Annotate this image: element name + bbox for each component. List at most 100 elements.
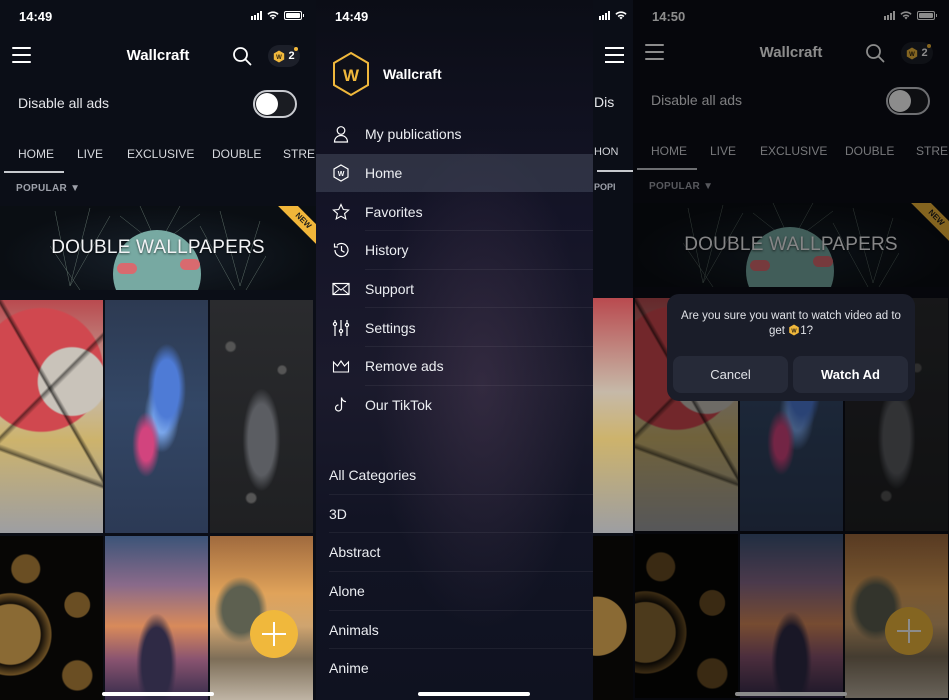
menu-item-history[interactable]: History	[316, 231, 593, 270]
menu-item-label: Home	[365, 165, 403, 182]
tab-live[interactable]: LIVE	[77, 147, 103, 161]
disable-ads-label: Disable all ads	[18, 95, 110, 111]
wallpaper-tile-abstract-3d[interactable]	[0, 300, 103, 533]
category-label: 3D	[329, 505, 347, 522]
app-header: Wallcraft 2	[0, 38, 316, 74]
category-label: Abstract	[329, 544, 381, 561]
category-3d[interactable]: 3D	[316, 495, 593, 534]
envelope-icon	[332, 282, 350, 296]
add-wallpaper-button[interactable]	[250, 610, 298, 658]
wifi-icon	[267, 11, 279, 20]
underlying-screen-peek[interactable]: Dis HON POPI	[593, 0, 633, 700]
menu-item-remove-ads[interactable]: Remove ads	[316, 347, 593, 386]
active-tab-indicator	[4, 171, 64, 173]
category-list: All Categories 3D Abstract Alone Animals…	[316, 456, 593, 688]
star-icon	[332, 202, 350, 220]
wallpaper-tile-betta-fish[interactable]	[105, 300, 208, 533]
tab-streams[interactable]: STRE	[283, 147, 315, 161]
category-abstract[interactable]: Abstract	[316, 533, 593, 573]
cheek	[180, 259, 200, 270]
category-label: Animals	[329, 621, 379, 638]
wallcraft-logo-icon: W	[333, 51, 369, 97]
screen-watch-ad-dialog: 14:50 Wallcraft 2 Disable all ads HOME L…	[633, 0, 949, 700]
screen-home: 14:49 Wallcraft 2 Disable all ads HOME L…	[0, 0, 316, 700]
side-drawer: 14:49 W Wallcraft My publications W Home…	[316, 0, 593, 700]
menu-button[interactable]	[605, 47, 624, 68]
wallcraft-hex-icon: W	[333, 164, 349, 182]
dialog-message: Are you sure you want to watch video ad …	[677, 309, 905, 339]
wallpaper-tile-apple-drops[interactable]	[210, 300, 313, 533]
wallpaper-tile-peek	[593, 298, 633, 533]
battery-icon	[284, 11, 304, 20]
sort-peek: POPI	[594, 182, 616, 192]
category-tabs: HOME LIVE EXCLUSIVE DOUBLE STRE	[0, 141, 316, 175]
tab-home[interactable]: HOME	[18, 147, 54, 161]
screen-menu-drawer: 14:49 W Wallcraft My publications W Home…	[316, 0, 633, 700]
search-button[interactable]	[232, 46, 252, 66]
active-tab-indicator	[597, 170, 633, 172]
double-wallpapers-banner[interactable]: DOUBLE WALLPAPERS NEW	[0, 206, 316, 290]
menu-item-label: My publications	[365, 126, 462, 143]
status-bar: 14:49	[316, 0, 593, 34]
menu-item-label: Settings	[365, 319, 416, 336]
status-icons-peek	[593, 0, 633, 34]
menu-item-settings[interactable]: Settings	[316, 308, 593, 348]
wallpaper-tile-peek	[593, 536, 633, 700]
drawer-brand: W Wallcraft	[331, 51, 442, 97]
crown-icon	[332, 360, 350, 374]
wallpaper-tile-mandala[interactable]	[0, 536, 103, 700]
sliders-icon	[332, 319, 350, 336]
status-time: 14:49	[19, 9, 53, 24]
menu-item-support[interactable]: Support	[316, 270, 593, 309]
watch-ad-button[interactable]: Watch Ad	[793, 356, 908, 393]
status-bar: 14:49	[0, 0, 316, 34]
cancel-button[interactable]: Cancel	[673, 356, 788, 393]
menu-item-label: Favorites	[365, 203, 423, 220]
coin-icon	[273, 50, 285, 63]
cheek	[117, 263, 137, 274]
menu-item-label: Remove ads	[365, 358, 444, 375]
tab-double[interactable]: DOUBLE	[212, 147, 261, 161]
home-indicator	[102, 692, 214, 696]
menu-item-home[interactable]: W Home	[316, 153, 593, 193]
dialog-coin-amount: 1?	[800, 325, 813, 337]
banner-title: DOUBLE WALLPAPERS	[51, 237, 265, 258]
category-all[interactable]: All Categories	[316, 456, 593, 495]
disable-ads-toggle[interactable]	[253, 90, 297, 118]
user-icon	[333, 126, 349, 143]
menu-item-tiktok[interactable]: Our TikTok	[316, 386, 593, 425]
drawer-menu: My publications W Home Favorites History…	[316, 115, 593, 425]
category-label: Alone	[329, 583, 365, 600]
notification-dot	[294, 47, 298, 51]
menu-item-label: Support	[365, 281, 415, 298]
tiktok-icon	[334, 397, 347, 412]
menu-item-label: History	[365, 242, 409, 259]
menu-item-label: Our TikTok	[365, 397, 432, 414]
tab-exclusive[interactable]: EXCLUSIVE	[127, 147, 194, 161]
watch-ad-dialog: Are you sure you want to watch video ad …	[667, 294, 915, 401]
category-anime[interactable]: Anime	[316, 649, 593, 688]
menu-item-favorites[interactable]: Favorites	[316, 192, 593, 232]
category-label: Anime	[329, 660, 369, 677]
coins-badge[interactable]: 2	[268, 45, 300, 67]
svg-text:W: W	[343, 66, 360, 85]
tab-home-peek: HON	[594, 146, 619, 158]
coin-count: 2	[288, 50, 295, 62]
disable-ads-peek: Dis	[594, 94, 615, 110]
category-alone[interactable]: Alone	[316, 572, 593, 611]
sort-dropdown[interactable]: POPULAR ▼	[16, 183, 80, 194]
drawer-brand-name: Wallcraft	[383, 66, 442, 82]
coin-icon	[788, 324, 800, 336]
category-animals[interactable]: Animals	[316, 611, 593, 650]
home-indicator	[418, 692, 530, 696]
category-label: All Categories	[329, 467, 417, 483]
wifi-icon	[615, 11, 627, 20]
svg-text:W: W	[338, 171, 345, 178]
wallpaper-tile-shiva-sunset[interactable]	[105, 536, 208, 700]
menu-item-my-publications[interactable]: My publications	[316, 115, 593, 154]
status-time: 14:49	[335, 9, 369, 24]
disable-ads-row: Disable all ads	[0, 88, 316, 120]
cellular-signal-icon	[251, 11, 262, 20]
cellular-signal-icon	[599, 11, 610, 20]
history-icon	[333, 243, 349, 258]
